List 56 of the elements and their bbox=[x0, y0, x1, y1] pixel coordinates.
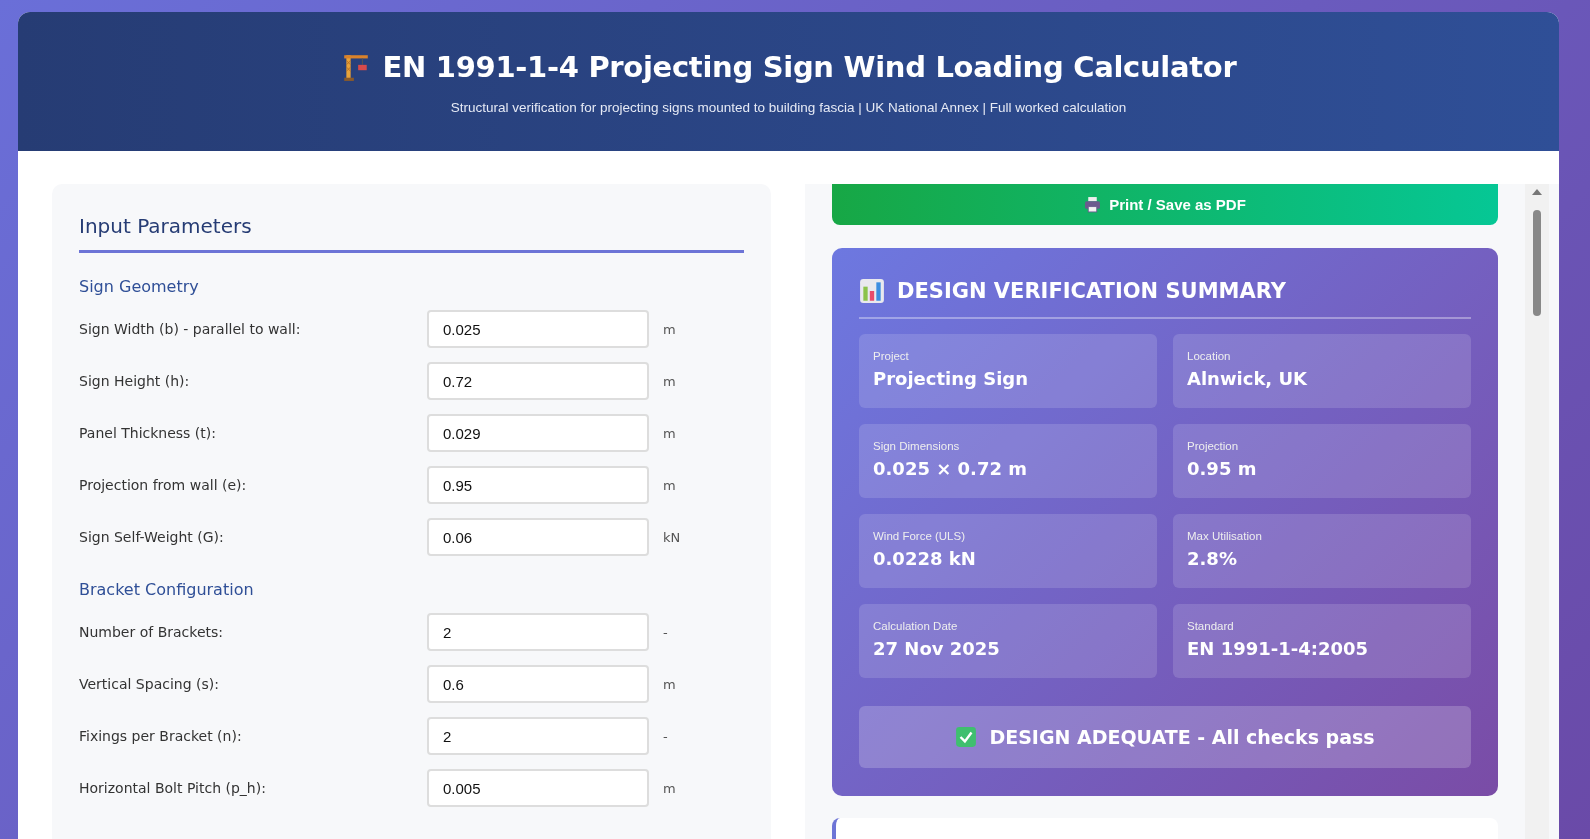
tile-value: 27 Nov 2025 bbox=[873, 638, 1001, 659]
panel-title: Input Parameters bbox=[79, 214, 253, 238]
input-field[interactable]: 0.025 bbox=[427, 310, 649, 348]
scrollbar[interactable] bbox=[1525, 184, 1549, 839]
tile-label: Projection bbox=[1187, 440, 1240, 452]
unit-label: m bbox=[663, 780, 676, 796]
page-subtitle: Structural verification for projecting signs mounted to building fascia | UK National Annex | Full worked calculation bbox=[449, 100, 1128, 115]
bar-chart-icon bbox=[859, 278, 885, 304]
unit-label: m bbox=[663, 676, 676, 692]
printer-icon bbox=[1084, 196, 1102, 213]
tile-value: EN 1991-1-4:2005 bbox=[1187, 638, 1369, 659]
section-heading: Sign Geometry bbox=[79, 277, 200, 296]
tile-label: Calculation Date bbox=[873, 620, 959, 632]
field-label: Number of Brackets: bbox=[79, 624, 224, 640]
unit-label: m bbox=[663, 425, 676, 441]
tile-value: Projecting Sign bbox=[873, 368, 1030, 389]
input-field[interactable]: 0.029 bbox=[427, 414, 649, 452]
field-label: Projection from wall (e): bbox=[79, 477, 248, 493]
field-label: Sign Self-Weight (G): bbox=[79, 529, 225, 545]
unit-label: m bbox=[663, 373, 676, 389]
tile-value: Alnwick, UK bbox=[1187, 368, 1309, 389]
input-field[interactable]: 0.6 bbox=[427, 665, 649, 703]
page-title: EN 1991-1-4 Projecting Sign Wind Loading Calculator bbox=[382, 50, 1237, 84]
tile-value: 2.8% bbox=[1187, 548, 1238, 569]
input-field[interactable]: 0.06 bbox=[427, 518, 649, 556]
field-label: Sign Height (h): bbox=[79, 373, 191, 389]
field-label: Sign Width (b) - parallel to wall: bbox=[79, 321, 302, 337]
field-label: Panel Thickness (t): bbox=[79, 425, 217, 441]
status-text: DESIGN ADEQUATE - All checks pass bbox=[989, 726, 1375, 748]
tile-value: 0.0228 kN bbox=[873, 548, 977, 569]
tile-label: Wind Force (ULS) bbox=[873, 530, 967, 542]
input-field[interactable]: 0.005 bbox=[427, 769, 649, 807]
unit-label: - bbox=[663, 728, 668, 744]
unit-label: kN bbox=[663, 529, 681, 545]
unit-label: m bbox=[663, 321, 676, 337]
tile-label: Sign Dimensions bbox=[873, 440, 961, 452]
section-heading: Bracket Configuration bbox=[79, 580, 255, 599]
field-label: Vertical Spacing (s): bbox=[79, 676, 220, 692]
scroll-thumb[interactable] bbox=[1533, 210, 1541, 316]
tile-label: Location bbox=[1187, 350, 1232, 362]
unit-label: m bbox=[663, 477, 676, 493]
input-field[interactable]: 2 bbox=[427, 717, 649, 755]
tile-label: Standard bbox=[1187, 620, 1235, 632]
input-field[interactable]: 0.95 bbox=[427, 466, 649, 504]
tile-value: 0.95 m bbox=[1187, 458, 1258, 479]
tile-value: 0.025 × 0.72 m bbox=[873, 458, 1028, 479]
input-field[interactable]: 2 bbox=[427, 613, 649, 651]
tile-label: Project bbox=[873, 350, 910, 362]
field-label: Fixings per Bracket (n): bbox=[79, 728, 243, 744]
scroll-up-icon[interactable] bbox=[1532, 189, 1542, 195]
tile-label: Max Utilisation bbox=[1187, 530, 1263, 542]
checkmark-icon bbox=[955, 726, 978, 748]
unit-label: - bbox=[663, 624, 668, 640]
input-field[interactable]: 0.72 bbox=[427, 362, 649, 400]
field-label: Horizontal Bolt Pitch (p_h): bbox=[79, 780, 267, 796]
summary-title: DESIGN VERIFICATION SUMMARY bbox=[897, 279, 1286, 303]
